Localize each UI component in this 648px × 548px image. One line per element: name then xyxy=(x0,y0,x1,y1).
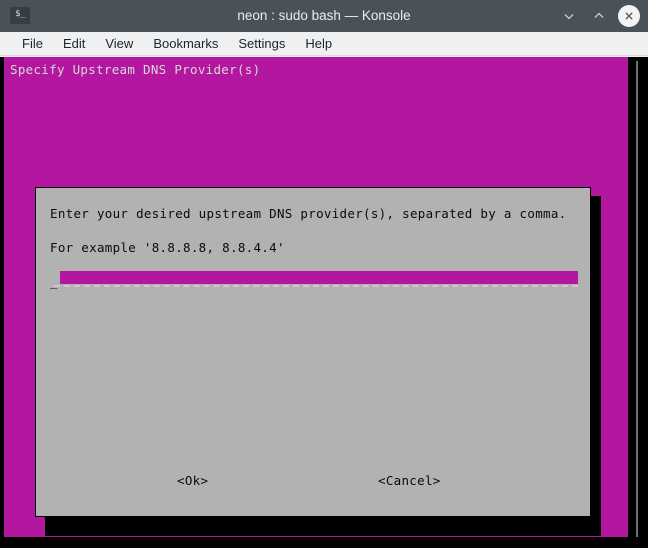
chevron-down-icon xyxy=(562,9,576,23)
ok-button[interactable]: <Ok> xyxy=(177,472,208,489)
dialog-body: Enter your desired upstream DNS provider… xyxy=(37,189,589,515)
terminal-bottom-edge xyxy=(0,537,648,548)
chevron-up-icon xyxy=(592,9,606,23)
terminal-status-remnant: …………… xyxy=(516,529,541,537)
terminal-scrollbar-thumb[interactable] xyxy=(636,61,638,543)
menu-item-view[interactable]: View xyxy=(95,32,143,55)
menu-item-settings[interactable]: Settings xyxy=(228,32,295,55)
cancel-button[interactable]: <Cancel> xyxy=(378,472,441,489)
terminal-screen[interactable]: Specify Upstream DNS Provider(s) Enter y… xyxy=(4,57,628,537)
window-titlebar[interactable]: $_ neon : sudo bash — Konsole xyxy=(0,0,648,32)
menu-item-file[interactable]: File xyxy=(12,32,53,55)
dialog-prompt-line-2: For example '8.8.8.8, 8.8.4.4' xyxy=(50,239,285,256)
menu-item-bookmarks[interactable]: Bookmarks xyxy=(143,32,228,55)
terminal-area[interactable]: Specify Upstream DNS Provider(s) Enter y… xyxy=(0,57,648,548)
minimize-button[interactable] xyxy=(556,3,582,29)
dns-provider-dialog: Enter your desired upstream DNS provider… xyxy=(35,187,591,517)
menu-item-edit[interactable]: Edit xyxy=(53,32,95,55)
menubar: File Edit View Bookmarks Settings Help xyxy=(0,32,648,56)
terminal-scrollbar[interactable] xyxy=(628,57,648,548)
konsole-window: $_ neon : sudo bash — Konsole File xyxy=(0,0,648,548)
terminal-left-edge xyxy=(0,57,4,548)
tui-screen-title: Specify Upstream DNS Provider(s) xyxy=(10,61,260,78)
dns-input-row[interactable]: _ xyxy=(50,270,578,290)
input-underline xyxy=(54,285,578,287)
dns-input-field[interactable] xyxy=(60,271,578,284)
close-icon xyxy=(623,10,635,22)
dialog-prompt-line-1: Enter your desired upstream DNS provider… xyxy=(50,205,567,222)
menu-item-help[interactable]: Help xyxy=(295,32,342,55)
window-controls xyxy=(556,0,642,32)
maximize-button[interactable] xyxy=(586,3,612,29)
close-button[interactable] xyxy=(618,5,640,27)
window-title: neon : sudo bash — Konsole xyxy=(0,0,648,32)
